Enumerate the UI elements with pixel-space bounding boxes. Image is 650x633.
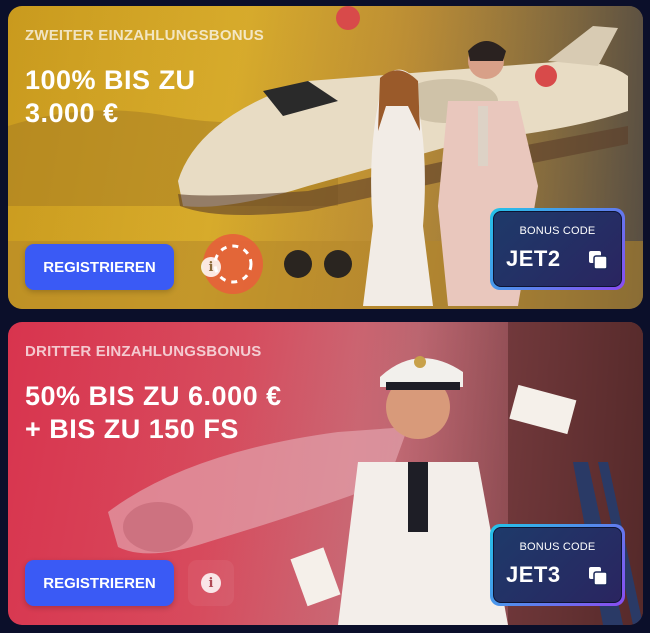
bonus-code-inner: BONUS CODE JET2 <box>493 211 622 287</box>
bonus-code-label: BONUS CODE <box>519 541 596 553</box>
bonus-code-box[interactable]: BONUS CODE JET2 <box>490 208 625 290</box>
register-button[interactable]: REGISTRIEREN <box>25 244 174 290</box>
bonus-card-second-deposit: ZWEITER EINZAHLUNGSBONUS 100% BIS ZU 3.0… <box>8 6 643 309</box>
bonus-code-label: BONUS CODE <box>519 225 596 237</box>
info-icon: i <box>201 257 221 277</box>
register-button[interactable]: REGISTRIEREN <box>25 560 174 606</box>
headline-line-2: 3.000 € <box>25 98 119 128</box>
bonus-code-box[interactable]: BONUS CODE JET3 <box>490 524 625 606</box>
bonus-code-value: JET2 <box>506 246 561 271</box>
offer-headline: 50% BIS ZU 6.000 € + BIS ZU 150 FS <box>25 380 282 446</box>
offer-kicker: ZWEITER EINZAHLUNGSBONUS <box>25 27 264 44</box>
copy-icon[interactable] <box>588 250 608 270</box>
bonus-code-inner: BONUS CODE JET3 <box>493 527 622 603</box>
info-button[interactable]: i <box>188 560 234 606</box>
bonus-code-value: JET3 <box>506 562 561 587</box>
headline-line-2: + BIS ZU 150 FS <box>25 414 239 444</box>
offer-headline: 100% BIS ZU 3.000 € <box>25 64 196 130</box>
headline-line-1: 50% BIS ZU 6.000 € <box>25 381 282 411</box>
info-icon: i <box>201 573 221 593</box>
headline-line-1: 100% BIS ZU <box>25 65 196 95</box>
offer-kicker: DRITTER EINZAHLUNGSBONUS <box>25 343 262 360</box>
copy-icon[interactable] <box>588 566 608 586</box>
bonus-card-third-deposit: DRITTER EINZAHLUNGSBONUS 50% BIS ZU 6.00… <box>8 322 643 625</box>
info-button[interactable]: i <box>188 244 234 290</box>
